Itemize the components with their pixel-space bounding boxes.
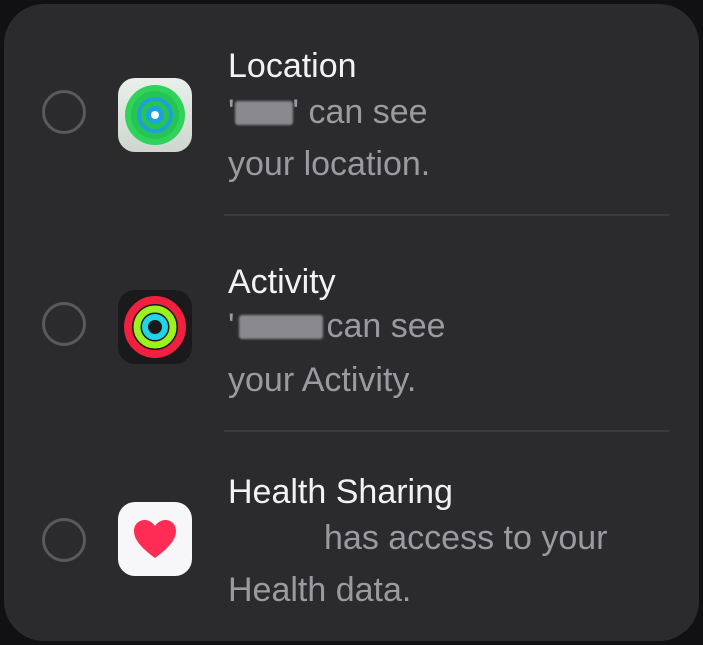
activity-description-line2: your Activity. (228, 361, 417, 399)
find-my-icon (118, 78, 192, 152)
location-radio-button[interactable] (42, 90, 86, 134)
activity-radio-button[interactable] (42, 302, 86, 346)
location-description-suffix: ' can see (292, 93, 428, 131)
activity-description-line1: ' can see (228, 300, 446, 352)
health-description-line2: Health data. (228, 571, 412, 609)
activity-rings-icon (118, 290, 192, 364)
sharing-options-card: Location ' ' can see your location. Activ… (4, 4, 699, 641)
activity-description-suffix: can see (326, 307, 446, 345)
activity-description-prefix: ' (228, 307, 235, 345)
location-description-line2: your location. (228, 145, 431, 183)
sharing-row-activity[interactable]: Activity ' can see your Activity. (4, 216, 699, 430)
health-heart-icon (118, 502, 192, 576)
health-description-suffix: has access to your (324, 519, 608, 557)
sharing-row-health[interactable]: Health Sharing has access to your Health… (4, 432, 699, 641)
location-description-prefix: ' (228, 93, 235, 131)
location-title: Location (228, 47, 357, 85)
redacted-name (238, 315, 323, 339)
redacted-name (234, 101, 293, 125)
sharing-row-location[interactable]: Location ' ' can see your location. (4, 4, 699, 216)
health-radio-button[interactable] (42, 518, 86, 562)
activity-title: Activity (228, 263, 336, 301)
health-title: Health Sharing (228, 473, 453, 511)
health-description-line1: has access to your (324, 512, 607, 564)
location-description-line1: ' ' can see (228, 86, 428, 138)
